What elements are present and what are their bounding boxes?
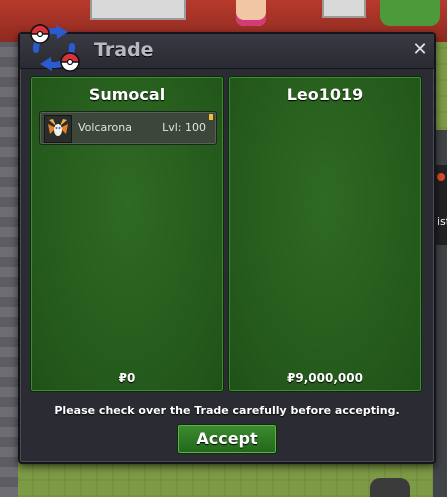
trade-panel-self: Sumocal Volcarona Lvl: 100 ₽0 xyxy=(30,76,224,392)
pokemon-name: Volcarona xyxy=(78,121,132,134)
stone-wall xyxy=(0,42,18,497)
trade-icon xyxy=(30,24,80,72)
building-sign-small xyxy=(322,0,366,18)
building-sign xyxy=(90,0,186,20)
title-bar[interactable]: Trade ✕ xyxy=(20,34,434,69)
trade-window: Trade ✕ Sumocal Volcarona Lvl: 100 ₽0 Le… xyxy=(18,24,436,464)
alert-dot-icon xyxy=(437,173,445,181)
npc-character[interactable] xyxy=(236,0,266,26)
player-character xyxy=(370,478,410,497)
close-button[interactable]: ✕ xyxy=(410,40,430,60)
window-title: Trade xyxy=(94,39,154,61)
player-name-partner: Leo1019 xyxy=(286,85,364,104)
bush-tile xyxy=(380,0,440,26)
accept-button[interactable]: Accept xyxy=(177,424,277,454)
player-name-self: Sumocal xyxy=(88,85,166,104)
pokemon-slot[interactable]: Volcarona Lvl: 100 xyxy=(39,111,217,145)
trade-notice: Please check over the Trade carefully be… xyxy=(54,404,400,417)
trade-panel-partner: Leo1019 ₽9,000,000 xyxy=(228,76,422,392)
money-offer-self: ₽0 xyxy=(118,371,136,385)
money-offer-partner: ₽9,000,000 xyxy=(287,371,363,385)
side-hud-fragment: ist xyxy=(435,165,447,245)
volcarona-sprite-icon xyxy=(44,115,72,143)
item-marker-icon xyxy=(209,114,213,120)
pokemon-level: Lvl: 100 xyxy=(162,121,206,134)
side-hud-text: ist xyxy=(437,215,447,228)
